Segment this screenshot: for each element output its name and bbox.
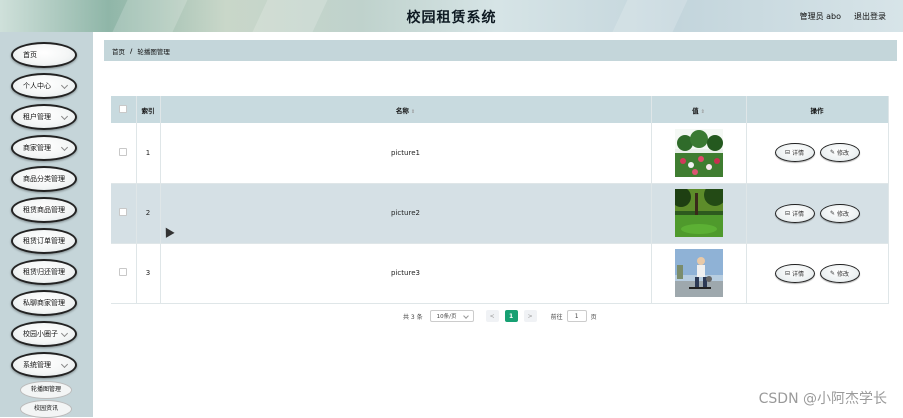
chevron-down-icon: [60, 112, 69, 121]
sidebar-item-merchant-management[interactable]: 商家管理: [11, 135, 77, 161]
sidebar-item-label: 系统管理: [23, 361, 51, 369]
breadcrumb-separator: /: [130, 46, 133, 55]
sidebar: 首页 个人中心 租户管理 商家管理 商品分类管理 租赁商品管理 租赁订单管理 租…: [0, 32, 93, 418]
page-size-value: 10条/页: [436, 314, 457, 320]
sidebar-item-personal-center[interactable]: 个人中心: [11, 73, 77, 99]
detail-button-label: 详情: [792, 210, 805, 218]
sidebar-item-label: 个人中心: [23, 82, 51, 90]
row-checkbox[interactable]: [119, 268, 128, 276]
logout-button[interactable]: 退出登录: [854, 11, 886, 22]
app-title: 校园租赁系统: [406, 10, 497, 26]
column-header-index: 索引: [136, 96, 161, 123]
edit-button[interactable]: ✎ 修改: [819, 143, 860, 163]
sidebar-item-label: 商家管理: [23, 144, 51, 152]
detail-icon: ⊟: [784, 209, 790, 217]
edit-icon: ✎: [829, 269, 835, 277]
pagination-total: 共 3 条: [403, 313, 423, 321]
chevron-down-icon: [60, 329, 69, 338]
cell-name: picture2: [160, 183, 652, 243]
sidebar-item-private-chat-management[interactable]: 私聊商家管理: [11, 290, 77, 316]
column-header-value[interactable]: 值 ⇕: [651, 96, 747, 123]
table-row: 3 picture3 ⊟ 详情 ✎ 修改: [111, 243, 889, 303]
goto-suffix: 页: [590, 313, 597, 321]
next-page-button[interactable]: >: [523, 310, 537, 322]
breadcrumb: 首页 / 轮播图管理: [104, 40, 897, 61]
admin-user-label: 管理员 abo: [799, 12, 841, 21]
row-checkbox[interactable]: [119, 147, 128, 156]
column-header-label: 操作: [810, 106, 824, 115]
sidebar-item-label: 首页: [23, 51, 37, 59]
chevron-down-icon: [60, 143, 69, 152]
sidebar-item-label: 商品分类管理: [23, 175, 65, 183]
pagination: 共 3 条 10条/页 < 1 > 前往 1 页: [403, 309, 597, 323]
goto-page-input[interactable]: 1: [566, 310, 587, 322]
column-header-label: 值: [692, 106, 699, 115]
detail-icon: ⊟: [784, 149, 790, 157]
edit-button-label: 修改: [837, 270, 850, 278]
chevron-down-icon: [462, 313, 469, 319]
watermark: CSDN @小阿杰学长: [758, 391, 887, 407]
sidebar-item-rental-return-management[interactable]: 租赁归还管理: [11, 259, 77, 285]
sidebar-item-label: 私聊商家管理: [23, 299, 65, 307]
detail-button-label: 详情: [792, 150, 805, 158]
sidebar-item-campus-circle[interactable]: 校园小圈子: [11, 321, 77, 347]
edit-button[interactable]: ✎ 修改: [819, 263, 860, 283]
detail-button[interactable]: ⊟ 详情: [774, 143, 815, 163]
sidebar-subitem-campus-news[interactable]: 校园资讯: [20, 400, 72, 418]
page-size-select[interactable]: 10条/页: [429, 310, 474, 322]
detail-button[interactable]: ⊟ 详情: [774, 203, 815, 223]
edit-icon: ✎: [829, 149, 835, 157]
row-checkbox[interactable]: [119, 208, 128, 216]
column-header-name[interactable]: 名称 ⇕: [160, 96, 652, 123]
sidebar-item-label: 租赁归还管理: [23, 268, 65, 276]
sidebar-item-system-management[interactable]: 系统管理: [11, 352, 77, 378]
edit-icon: ✎: [829, 209, 835, 217]
breadcrumb-current: 轮播图管理: [137, 47, 170, 56]
sort-icon[interactable]: ⇕: [701, 109, 705, 115]
prev-page-button[interactable]: <: [485, 310, 499, 322]
sidebar-item-label: 租赁商品管理: [23, 206, 65, 214]
image-thumbnail-flowers[interactable]: [674, 128, 723, 177]
cell-index: 3: [136, 243, 161, 303]
table-header-row: 索引 名称 ⇕ 值 ⇕ 操作: [111, 96, 889, 123]
column-header-label: 索引: [141, 106, 155, 115]
edit-button-label: 修改: [837, 150, 850, 158]
sidebar-item-tenant-management[interactable]: 租户管理: [11, 104, 77, 130]
detail-icon: ⊟: [784, 269, 790, 277]
select-all-checkbox[interactable]: [119, 104, 128, 113]
cell-index: 2: [136, 183, 161, 243]
carousel-table: 索引 名称 ⇕ 值 ⇕ 操作 1 picture1 ⊟ 详情 ✎ 修改 2 pi…: [111, 96, 889, 304]
edit-button[interactable]: ✎ 修改: [819, 203, 860, 223]
column-header-label: 名称: [395, 106, 409, 115]
sidebar-item-label: 租赁订单管理: [23, 237, 65, 245]
breadcrumb-home-link[interactable]: 首页: [112, 46, 125, 56]
chevron-down-icon: [60, 360, 69, 369]
top-header: 校园租赁系统 管理员 abo 退出登录: [0, 0, 903, 32]
cell-name: picture1: [160, 123, 652, 183]
table-row: 2 picture2 ⊟ 详情 ✎ 修改: [111, 183, 889, 243]
goto-label: 前往: [550, 313, 563, 321]
cell-name: picture3: [160, 243, 652, 303]
sidebar-item-label: 租户管理: [23, 113, 51, 121]
cell-index: 1: [136, 123, 161, 183]
sidebar-item-rental-goods-management[interactable]: 租赁商品管理: [11, 197, 77, 223]
column-header-actions: 操作: [746, 96, 889, 123]
sidebar-item-home[interactable]: 首页: [11, 42, 77, 68]
sidebar-item-label: 校园小圈子: [23, 330, 58, 338]
detail-button[interactable]: ⊟ 详情: [774, 263, 815, 283]
image-thumbnail-lawn[interactable]: [674, 189, 723, 237]
sort-icon[interactable]: ⇕: [411, 109, 415, 115]
sidebar-item-category-management[interactable]: 商品分类管理: [11, 166, 77, 192]
table-row: 1 picture1 ⊟ 详情 ✎ 修改: [111, 123, 889, 183]
sidebar-subitem-carousel-management[interactable]: 轮播图管理: [20, 381, 72, 399]
image-thumbnail-skateboard[interactable]: [674, 249, 723, 297]
sidebar-item-rental-orders-management[interactable]: 租赁订单管理: [11, 228, 77, 254]
chevron-down-icon: [60, 81, 69, 90]
page-number-button[interactable]: 1: [504, 310, 518, 322]
edit-button-label: 修改: [837, 210, 850, 218]
detail-button-label: 详情: [792, 270, 805, 278]
